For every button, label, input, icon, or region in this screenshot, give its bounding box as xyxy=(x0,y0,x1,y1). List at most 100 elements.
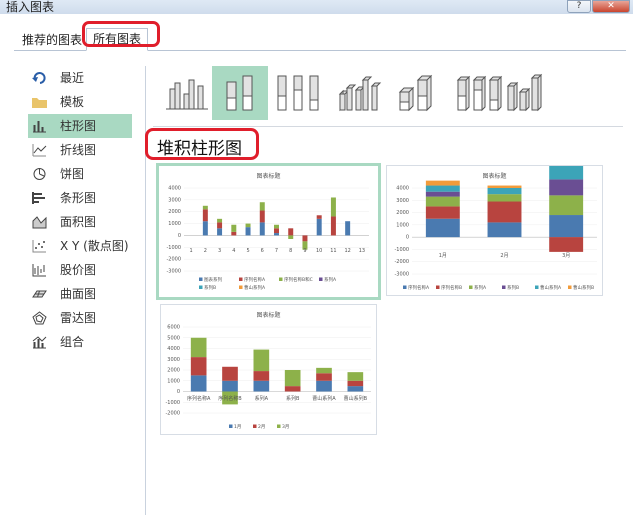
subtype-clustered-column-button[interactable] xyxy=(160,66,216,120)
bar-segment xyxy=(330,197,336,217)
bar-segment xyxy=(487,185,522,188)
subtype-3d-column-button[interactable] xyxy=(500,66,556,120)
bar-segment xyxy=(202,209,208,222)
bar-segment xyxy=(217,218,223,223)
sidebar-item-surface[interactable]: 曲面图 xyxy=(28,282,146,306)
area-chart-icon xyxy=(32,216,47,229)
x-tick-label: 曹山系列B xyxy=(344,395,368,402)
sidebar-item-recent[interactable]: 最近 xyxy=(28,66,146,90)
sidebar-item-stock[interactable]: 股价图 xyxy=(28,258,146,282)
legend-swatch xyxy=(568,285,572,289)
legend-swatch xyxy=(279,277,283,281)
x-tick-label: 12 xyxy=(344,248,350,254)
y-tick-label: 2000 xyxy=(167,368,180,374)
legend-label: 序列名称A xyxy=(244,276,266,283)
x-tick-label: 2 xyxy=(204,248,207,254)
close-button[interactable]: ✕ xyxy=(592,0,630,13)
chart-title: 图表标题 xyxy=(256,311,280,319)
bar-segment xyxy=(425,218,460,238)
y-tick-label: 1000 xyxy=(167,378,180,384)
sidebar-item-label: 模板 xyxy=(60,95,85,109)
pie-chart-icon xyxy=(33,168,46,180)
subtype-stacked-column-button[interactable] xyxy=(212,66,268,120)
recent-icon xyxy=(32,72,46,84)
x-tick-label: 序列名称A xyxy=(187,395,211,402)
bar-segment xyxy=(217,222,223,229)
bar-segment xyxy=(302,235,308,242)
sidebar-item-bar[interactable]: 条形图 xyxy=(28,186,146,210)
subtype-100-stacked-column-button[interactable] xyxy=(272,66,328,120)
bar-segment xyxy=(288,228,294,236)
sidebar-item-label: X Y (散点图) xyxy=(60,239,129,253)
chart-preview-3[interactable]: 图表标题 6000 5000 4000 3000 2000 1000 0 -1000 -2000 序… xyxy=(160,304,377,435)
bar-segment xyxy=(347,380,364,387)
chart-preview-2-canvas: 图表标题 4000 3000 2000 1000 0 -1000 -2000 -3000 1月 2月… xyxy=(394,166,597,291)
y-tick-label: 0 xyxy=(406,235,409,241)
legend-label: 图表系列 xyxy=(204,276,222,283)
bar-segment xyxy=(259,210,265,223)
sidebar-item-pie[interactable]: 饼图 xyxy=(28,162,146,186)
sidebar-item-label: 条形图 xyxy=(60,191,97,205)
clustered-column-icon xyxy=(166,79,208,110)
legend-label: 系列A xyxy=(324,276,337,283)
3d-clustered-column-icon xyxy=(338,76,382,112)
y-tick-label: -3000 xyxy=(394,272,409,278)
y-tick-label: 0 xyxy=(177,389,180,395)
bar-segment xyxy=(330,216,336,236)
legend-label: 序列名称B xyxy=(441,284,462,291)
bar-segment xyxy=(217,228,223,236)
sidebar-item-label: 组合 xyxy=(60,335,85,349)
x-tick-label: 4 xyxy=(232,248,235,254)
legend-swatch xyxy=(319,277,323,281)
sidebar-item-combo[interactable]: 组合 xyxy=(28,330,146,354)
y-tick-label: 3000 xyxy=(168,197,181,203)
bar-segment xyxy=(202,205,208,210)
x-tick-label: 1月 xyxy=(439,253,447,259)
subtype-3d-clustered-column-button[interactable] xyxy=(332,66,388,120)
bar-segment xyxy=(253,380,270,392)
sidebar-item-templates[interactable]: 模板 xyxy=(28,90,146,114)
chart-preview-1[interactable]: 图表标题 4000 3000 2000 1000 0 -1000 -2000 -3000 1 2 3 4… xyxy=(156,163,381,300)
bar-segment xyxy=(316,380,332,392)
x-tick-label: 3月 xyxy=(562,253,570,259)
subtype-3d-stacked-column-button[interactable] xyxy=(392,66,448,120)
sidebar-item-label: 柱形图 xyxy=(60,119,97,133)
chart-title: 图表标题 xyxy=(482,172,506,180)
chart-preview-2[interactable]: 图表标题 4000 3000 2000 1000 0 -1000 -2000 -3000 1月 2月… xyxy=(386,165,603,296)
bar-segment xyxy=(425,191,460,197)
y-tick-label: -3000 xyxy=(166,269,181,275)
scatter-chart-icon xyxy=(32,240,46,253)
legend-label: 序列名称A xyxy=(408,284,430,291)
sidebar-item-area[interactable]: 面积图 xyxy=(28,210,146,234)
bar-segment xyxy=(425,206,460,219)
bar-segment xyxy=(549,166,584,180)
title-bar: 插入图表 ? ✕ xyxy=(0,0,633,14)
surface-chart-icon xyxy=(32,290,47,298)
bar-segment xyxy=(231,224,237,232)
legend-label: 曹山系列A xyxy=(540,284,562,291)
legend-swatch xyxy=(535,285,539,289)
sidebar-item-scatter[interactable]: X Y (散点图) xyxy=(28,234,146,258)
x-tick-label: 3 xyxy=(218,248,221,254)
sidebar-item-radar[interactable]: 雷达图 xyxy=(28,306,146,330)
tab-recommended-charts[interactable]: 推荐的图表 xyxy=(16,30,88,50)
help-button[interactable]: ? xyxy=(567,0,591,13)
legend-swatch xyxy=(253,424,257,428)
y-tick-label: -2000 xyxy=(394,259,409,265)
legend-swatch xyxy=(469,285,473,289)
x-tick-label: 13 xyxy=(359,248,365,254)
bar-segment xyxy=(253,349,270,372)
y-tick-label: -1000 xyxy=(166,245,181,251)
sidebar-item-line[interactable]: 折线图 xyxy=(28,138,146,162)
sidebar-item-label: 饼图 xyxy=(60,167,85,181)
bar-segment xyxy=(253,371,270,381)
bar-segment xyxy=(222,366,238,381)
title-highlight-annotation xyxy=(145,128,259,160)
bar-segment xyxy=(231,231,237,236)
y-tick-label: 1000 xyxy=(168,221,181,227)
legend-label: 系列B xyxy=(507,284,519,291)
y-tick-label: 5000 xyxy=(167,335,180,341)
radar-chart-icon xyxy=(32,311,47,325)
sidebar-item-column[interactable]: 柱形图 xyxy=(28,114,132,138)
y-tick-label: -2000 xyxy=(166,257,181,263)
